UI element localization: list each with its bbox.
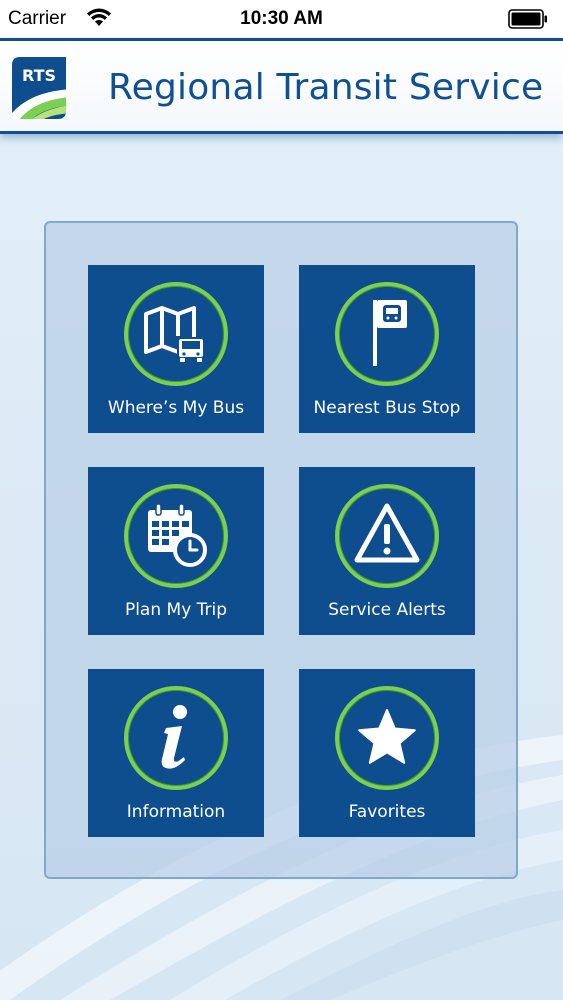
tile-label: Information (126, 802, 226, 822)
star-icon (358, 709, 416, 764)
app-header: RTS Regional Transit Service (0, 38, 563, 134)
tile-label: Service Alerts (328, 600, 446, 620)
wheres-my-bus-button[interactable]: Where’s My Bus (88, 265, 264, 433)
tile-ring (335, 484, 439, 588)
tile-ring (124, 686, 228, 790)
status-bar: Carrier 10:30 AM (0, 0, 563, 38)
tile-label: Where’s My Bus (107, 398, 245, 418)
page-title: Regional Transit Service (108, 67, 544, 108)
logo-text: RTS (22, 66, 56, 85)
tile-label: Nearest Bus Stop (313, 398, 461, 418)
information-button[interactable]: Information (88, 669, 264, 837)
battery-icon (508, 9, 547, 29)
tile-ring (124, 282, 228, 386)
favorites-button[interactable]: Favorites (299, 669, 475, 837)
tile-ring (335, 686, 439, 790)
tile-label: Plan My Trip (124, 600, 228, 620)
info-icon (161, 705, 187, 769)
service-alerts-button[interactable]: Service Alerts (299, 467, 475, 635)
bus-stop-icon (373, 300, 407, 366)
tile-label: Favorites (348, 802, 426, 822)
status-time: 10:30 AM (240, 8, 323, 29)
menu-panel: Where’s My Bus Nearest Bus Stop Plan My … (44, 221, 518, 879)
map-bus-icon (144, 306, 205, 362)
tile-ring (335, 282, 439, 386)
rts-logo: RTS (12, 57, 66, 119)
calendar-clock-icon (148, 503, 207, 567)
tile-ring (124, 484, 228, 588)
nearest-bus-stop-button[interactable]: Nearest Bus Stop (299, 265, 475, 433)
warning-icon (354, 503, 420, 563)
plan-my-trip-button[interactable]: Plan My Trip (88, 467, 264, 635)
